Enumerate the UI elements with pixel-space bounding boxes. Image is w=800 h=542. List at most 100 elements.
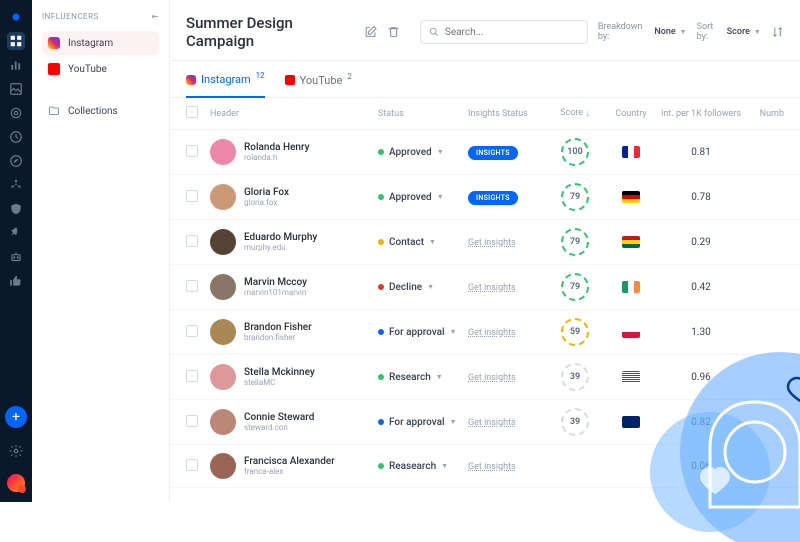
col-score[interactable]: Score ↓ <box>546 108 604 119</box>
status-dropdown[interactable]: Research▼ <box>378 372 468 383</box>
row-checkbox[interactable] <box>186 415 198 427</box>
row-checkbox[interactable] <box>186 459 198 471</box>
status-dot <box>378 419 384 425</box>
nav-robot-icon[interactable] <box>7 248 25 266</box>
flag-icon <box>622 191 640 203</box>
status-dropdown[interactable]: Contact▼ <box>378 237 468 248</box>
get-insights-link[interactable]: Get insights <box>468 462 516 472</box>
score-ring: 79 <box>561 273 589 301</box>
get-insights-link[interactable]: Get insights <box>468 238 516 248</box>
int-value: 0.78 <box>658 192 744 203</box>
chevron-down-icon: ▼ <box>437 148 444 156</box>
insights-badge: INSIGHTS <box>468 191 518 205</box>
col-numb[interactable]: Numb <box>744 109 784 119</box>
tab-youtube[interactable]: YouTube 2 <box>285 73 352 97</box>
avatar <box>210 409 236 435</box>
status-dropdown[interactable]: Approved▼ <box>378 192 468 203</box>
chevron-down-icon: ▼ <box>450 328 457 336</box>
logo-icon[interactable] <box>7 8 25 26</box>
row-checkbox[interactable] <box>186 235 198 247</box>
user-name[interactable]: Eduardo Murphy <box>244 232 317 243</box>
collapse-icon[interactable]: ⇤ <box>152 12 159 21</box>
nav-analytics-icon[interactable] <box>7 56 25 74</box>
col-status[interactable]: Status <box>378 109 468 119</box>
status-dot <box>378 374 384 380</box>
nav-dashboard-icon[interactable] <box>7 32 25 50</box>
row-checkbox[interactable] <box>186 145 198 157</box>
sidebar-item-instagram[interactable]: Instagram <box>42 31 159 55</box>
user-name[interactable]: Rolanda Henry <box>244 142 310 153</box>
user-name[interactable]: Marvin Mccoy <box>244 277 307 288</box>
add-button[interactable]: + <box>5 406 27 428</box>
search-field[interactable] <box>445 27 579 38</box>
get-insights-link[interactable]: Get insights <box>468 418 516 428</box>
breakdown-control[interactable]: Breakdown by: None ▼ <box>598 22 687 42</box>
sort-direction-icon[interactable] <box>771 25 784 39</box>
status-dropdown[interactable]: For approval▼ <box>378 327 468 338</box>
nav-rocket-icon[interactable] <box>7 224 25 242</box>
nav-target-icon[interactable] <box>7 104 25 122</box>
status-dot <box>378 149 384 155</box>
int-value: 0.96 <box>658 372 744 383</box>
table-row: Stella MckinneystellaMC Research▼ Get in… <box>170 355 800 400</box>
user-name[interactable]: Francisca Alexander <box>244 456 335 467</box>
user-handle: marvin101marvin <box>244 288 307 297</box>
edit-icon[interactable] <box>364 25 377 39</box>
sidebar-item-collections[interactable]: Collections <box>42 99 159 123</box>
flag-icon <box>622 146 640 158</box>
nav-compass-icon[interactable] <box>7 152 25 170</box>
col-insights[interactable]: Insights Status <box>468 109 546 119</box>
user-name[interactable]: Connie Steward <box>244 412 314 423</box>
chevron-down-icon: ▼ <box>754 28 761 36</box>
nav-image-icon[interactable] <box>7 80 25 98</box>
settings-icon[interactable] <box>7 442 25 460</box>
nav-clock-icon[interactable] <box>7 128 25 146</box>
sort-control[interactable]: Sort by: Score ▼ <box>697 22 761 42</box>
insights-badge: INSIGHTS <box>468 146 518 160</box>
get-insights-link[interactable]: Get insights <box>468 373 516 383</box>
user-name[interactable]: Brandon Fisher <box>244 322 312 333</box>
nav-network-icon[interactable] <box>7 176 25 194</box>
row-checkbox[interactable] <box>186 325 198 337</box>
col-country[interactable]: Country <box>604 109 658 119</box>
user-name[interactable]: Stella Mckinney <box>244 367 315 378</box>
status-dot <box>378 463 384 469</box>
status-dot <box>378 194 384 200</box>
row-checkbox[interactable] <box>186 190 198 202</box>
row-checkbox[interactable] <box>186 280 198 292</box>
nav-rail: + <box>0 0 32 502</box>
youtube-icon <box>48 63 60 75</box>
status-dot <box>378 284 384 290</box>
user-handle: franca-alex <box>244 467 335 476</box>
get-insights-link[interactable]: Get insights <box>468 328 516 338</box>
avatar <box>210 229 236 255</box>
tab-instagram[interactable]: Instagram 12 <box>186 73 265 98</box>
nav-shield-icon[interactable] <box>7 200 25 218</box>
row-checkbox[interactable] <box>186 370 198 382</box>
avatar <box>210 184 236 210</box>
platform-tabs: Instagram 12 YouTube 2 <box>170 61 800 98</box>
user-handle: brandon.fisher <box>244 333 312 342</box>
status-dropdown[interactable]: Decline▼ <box>378 282 468 293</box>
score-ring: 79 <box>561 228 589 256</box>
col-int[interactable]: Int. per 1K followers <box>658 109 744 119</box>
sidebar-item-youtube[interactable]: YouTube <box>42 57 159 81</box>
nav-thumbs-up-icon[interactable] <box>7 272 25 290</box>
sidebar-item-label: YouTube <box>68 64 107 75</box>
delete-icon[interactable] <box>387 25 400 39</box>
int-value: 1.30 <box>658 327 744 338</box>
instagram-icon <box>48 37 60 49</box>
status-dropdown[interactable]: Reasearch▼ <box>378 461 468 472</box>
status-dropdown[interactable]: For approval▼ <box>378 417 468 428</box>
table-row: Gloria Foxgloria.fox Approved▼ INSIGHTS … <box>170 175 800 220</box>
score-ring: 39 <box>561 363 589 391</box>
flag-icon <box>622 326 640 338</box>
col-header[interactable]: Header <box>210 109 378 119</box>
search-input[interactable] <box>420 20 588 44</box>
status-dropdown[interactable]: Approved▼ <box>378 147 468 158</box>
get-insights-link[interactable]: Get insights <box>468 283 516 293</box>
int-value: 0.06 <box>658 461 744 472</box>
user-avatar[interactable] <box>7 474 25 492</box>
select-all-checkbox[interactable] <box>186 106 198 118</box>
user-name[interactable]: Gloria Fox <box>244 187 289 198</box>
